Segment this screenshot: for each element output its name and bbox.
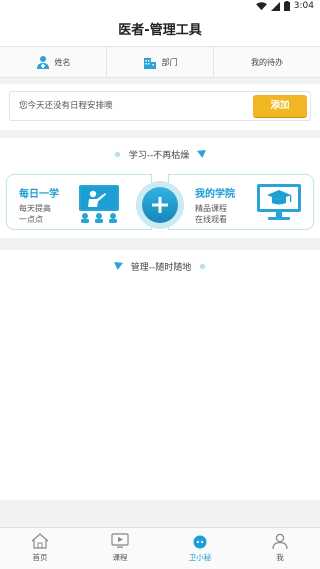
daily-learning-line1: 每天提高 — [19, 204, 51, 213]
tab-courses[interactable]: 课程 — [80, 528, 160, 569]
doctor-icon — [36, 56, 49, 69]
management-section: 管理--随时随地 — [0, 250, 320, 500]
management-section-title: 管理--随时随地 — [130, 262, 192, 273]
diamond-icon — [113, 262, 123, 270]
user-name-label: 姓名 — [54, 57, 71, 67]
schedule-input[interactable]: 您今天还没有日程安排噢 添加 — [9, 91, 311, 121]
learning-section-header: 学习--不再枯燥 — [0, 144, 320, 164]
daily-learning-title: 每日一学 — [19, 189, 59, 200]
tab-courses-label: 课程 — [112, 553, 128, 562]
user-name-cell[interactable]: 姓名 — [0, 47, 107, 77]
add-plus-button[interactable] — [136, 181, 184, 229]
schedule-placeholder: 您今天还没有日程安排噢 — [19, 101, 113, 111]
page-title: 医者-管理工具 — [118, 23, 202, 38]
management-section-header: 管理--随时随地 — [0, 256, 320, 276]
home-icon — [31, 533, 49, 549]
learning-section-title: 学习--不再枯燥 — [128, 150, 190, 161]
signal-icon — [270, 1, 280, 11]
my-academy-title: 我的学院 — [195, 189, 235, 200]
learning-section: 学习--不再枯燥 每日一学 每天提高 一点点 我的学院 精品课程 在线观看 — [0, 138, 320, 238]
todo-cell[interactable]: 我的待办 — [214, 47, 320, 77]
add-schedule-button[interactable]: 添加 — [253, 95, 307, 117]
tab-assistant[interactable]: 卫小秘 — [160, 528, 240, 569]
online-course-icon — [257, 184, 301, 220]
dot-icon — [199, 263, 206, 269]
tab-assistant-label: 卫小秘 — [188, 553, 212, 562]
tab-profile-label: 我 — [276, 553, 284, 562]
diamond-icon — [197, 150, 207, 158]
my-academy-line1: 精品课程 — [195, 204, 227, 213]
battery-icon — [283, 1, 290, 11]
bottom-tab-bar: 首页 课程 卫小秘 我 — [0, 527, 320, 569]
status-bar: 3:04 — [0, 0, 320, 16]
profile-icon — [272, 533, 288, 549]
dot-icon — [114, 151, 121, 157]
daily-learning-card[interactable]: 每日一学 每天提高 一点点 — [6, 174, 152, 230]
status-time: 3:04 — [293, 1, 314, 11]
plus-icon — [152, 197, 168, 213]
building-icon — [143, 57, 156, 69]
wifi-icon — [255, 1, 267, 10]
schedule-panel: 您今天还没有日程安排噢 添加 — [0, 84, 320, 130]
app-bar: 医者-管理工具 — [0, 16, 320, 46]
teacher-icon — [79, 185, 119, 223]
course-icon — [111, 533, 129, 548]
todo-label: 我的待办 — [251, 57, 283, 67]
daily-learning-line2: 一点点 — [19, 215, 43, 224]
my-academy-card[interactable]: 我的学院 精品课程 在线观看 — [168, 174, 314, 230]
tab-home-label: 首页 — [32, 553, 48, 562]
tab-profile[interactable]: 我 — [240, 528, 320, 569]
my-academy-line2: 在线观看 — [195, 215, 227, 224]
tab-home[interactable]: 首页 — [0, 528, 80, 569]
assistant-icon — [193, 535, 207, 549]
department-cell[interactable]: 部门 — [107, 47, 214, 77]
user-info-row: 姓名 部门 我的待办 — [0, 46, 320, 78]
department-label: 部门 — [161, 57, 178, 67]
